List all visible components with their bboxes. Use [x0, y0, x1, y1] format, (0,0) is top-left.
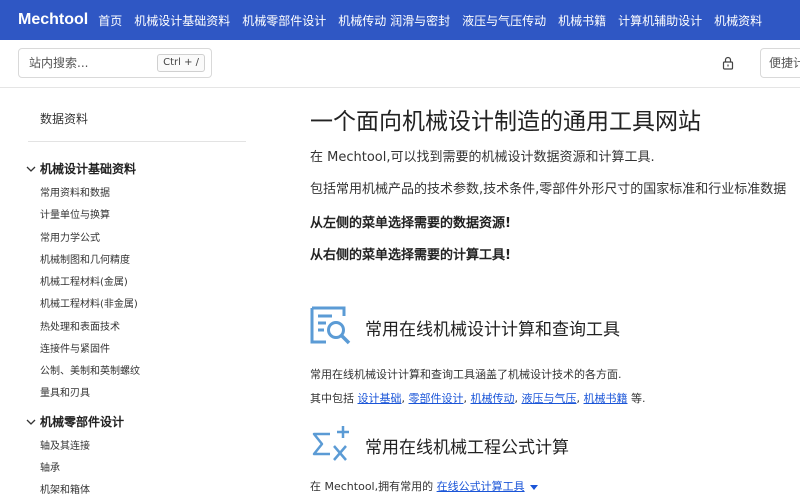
- search-shortcut-hint: Ctrl + /: [157, 54, 205, 72]
- sidebar-category-label: 机械设计基础资料: [40, 162, 137, 176]
- nav-item-transmission[interactable]: 机械传动 润滑与密封: [338, 12, 450, 29]
- search-box: Ctrl + /: [18, 48, 212, 78]
- sum-formula-icon: [312, 426, 349, 461]
- formula-desc-prefix: 在 Mechtool,拥有常用的: [310, 480, 434, 493]
- sidebar-divider: [28, 141, 246, 142]
- chevron-down-icon: [26, 166, 36, 172]
- link-components[interactable]: 零部件设计: [409, 392, 464, 405]
- sidebar-item[interactable]: 计量单位与换算: [40, 206, 110, 221]
- quick-calc-input[interactable]: [761, 49, 800, 77]
- sidebar-category-design-basics[interactable]: 机械设计基础资料: [26, 160, 136, 177]
- link-separator: ,: [514, 392, 519, 405]
- link-separator: ,: [463, 392, 468, 405]
- link-hydraulics[interactable]: 液压与气压: [522, 392, 577, 405]
- sidebar-item[interactable]: 机架和箱体: [40, 481, 90, 494]
- quick-calc-box: [760, 48, 800, 78]
- formula-tools-dropdown[interactable]: 在线公式计算工具: [437, 480, 525, 493]
- section-title-formulas: 常用在线机械工程公式计算: [365, 438, 569, 458]
- section-title-tools: 常用在线机械设计计算和查询工具: [365, 320, 620, 340]
- sidebar: 数据资料 机械设计基础资料 常用资料和数据 计量单位与换算 常用力学公式 机械制…: [0, 88, 260, 494]
- search-list-icon: [310, 306, 351, 345]
- section-desc: 常用在线机械设计计算和查询工具涵盖了机械设计技术的各方面.: [310, 368, 622, 381]
- link-books[interactable]: 机械书籍: [584, 392, 628, 405]
- section-desc-formulas: 在 Mechtool,拥有常用的 在线公式计算工具: [310, 478, 538, 494]
- chevron-down-icon: [26, 419, 36, 425]
- nav-item-books[interactable]: 机械书籍: [558, 12, 606, 29]
- sidebar-item[interactable]: 机械工程材料(非金属): [40, 295, 138, 310]
- sidebar-item[interactable]: 机械工程材料(金属): [40, 273, 128, 288]
- nav-item-hydraulics[interactable]: 液压与气压传动: [462, 12, 546, 29]
- search-input[interactable]: [19, 49, 164, 77]
- search-bar: Ctrl + /: [0, 40, 800, 88]
- sidebar-category-components[interactable]: 机械零部件设计: [26, 413, 124, 430]
- sidebar-item[interactable]: 量具和刃具: [40, 384, 90, 399]
- formula-tools-link-label: 在线公式计算工具: [436, 480, 525, 493]
- link-transmission[interactable]: 机械传动: [471, 392, 515, 405]
- intro-text: 包括常用机械产品的技术参数,技术条件,零部件外形尺寸的国家标准和行业标准数据: [310, 182, 787, 197]
- top-navbar: Mechtool 首页 机械设计基础资料 机械零部件设计 机械传动 润滑与密封 …: [0, 0, 800, 40]
- sidebar-item[interactable]: 连接件与紧固件: [40, 340, 110, 355]
- section-links-line: 其中包括 设计基础, 零部件设计, 机械传动, 液压与气压, 机械书籍 等.: [310, 390, 646, 406]
- nav-item-home[interactable]: 首页: [98, 12, 122, 29]
- nav-item-materials[interactable]: 机械资料: [714, 12, 762, 29]
- link-design-basics[interactable]: 设计基础: [358, 392, 402, 405]
- link-separator: ,: [576, 392, 581, 405]
- sidebar-item[interactable]: 常用力学公式: [40, 229, 100, 244]
- links-suffix: 等.: [631, 392, 646, 405]
- sidebar-item[interactable]: 公制、美制和英制螺纹: [40, 362, 140, 377]
- page-title: 一个面向机械设计制造的通用工具网站: [310, 109, 701, 135]
- sidebar-item[interactable]: 机械制图和几何精度: [40, 251, 130, 266]
- sidebar-item[interactable]: 轴及其连接: [40, 437, 90, 452]
- link-separator: ,: [401, 392, 406, 405]
- nav-item-components[interactable]: 机械零部件设计: [242, 12, 326, 29]
- sidebar-item[interactable]: 轴承: [40, 459, 60, 474]
- caret-down-icon[interactable]: [529, 484, 538, 490]
- links-prefix: 其中包括: [310, 392, 354, 405]
- callout-right-menu: 从右侧的菜单选择需要的计算工具!: [310, 248, 511, 263]
- callout-left-menu: 从左侧的菜单选择需要的数据资源!: [310, 216, 511, 231]
- nav-item-design-basics[interactable]: 机械设计基础资料: [134, 12, 230, 29]
- brand-logo[interactable]: Mechtool: [18, 11, 88, 29]
- main-content: 一个面向机械设计制造的通用工具网站 在 Mechtool,可以找到需要的机械设计…: [310, 88, 800, 494]
- sidebar-item[interactable]: 热处理和表面技术: [40, 318, 120, 333]
- sidebar-item[interactable]: 常用资料和数据: [40, 184, 110, 199]
- sidebar-category-label: 机械零部件设计: [40, 415, 125, 429]
- lock-icon[interactable]: [722, 56, 734, 70]
- nav-item-cad[interactable]: 计算机辅助设计: [618, 12, 702, 29]
- intro-text: 在 Mechtool,可以找到需要的机械设计数据资源和计算工具.: [310, 150, 655, 165]
- sidebar-heading: 数据资料: [40, 112, 89, 126]
